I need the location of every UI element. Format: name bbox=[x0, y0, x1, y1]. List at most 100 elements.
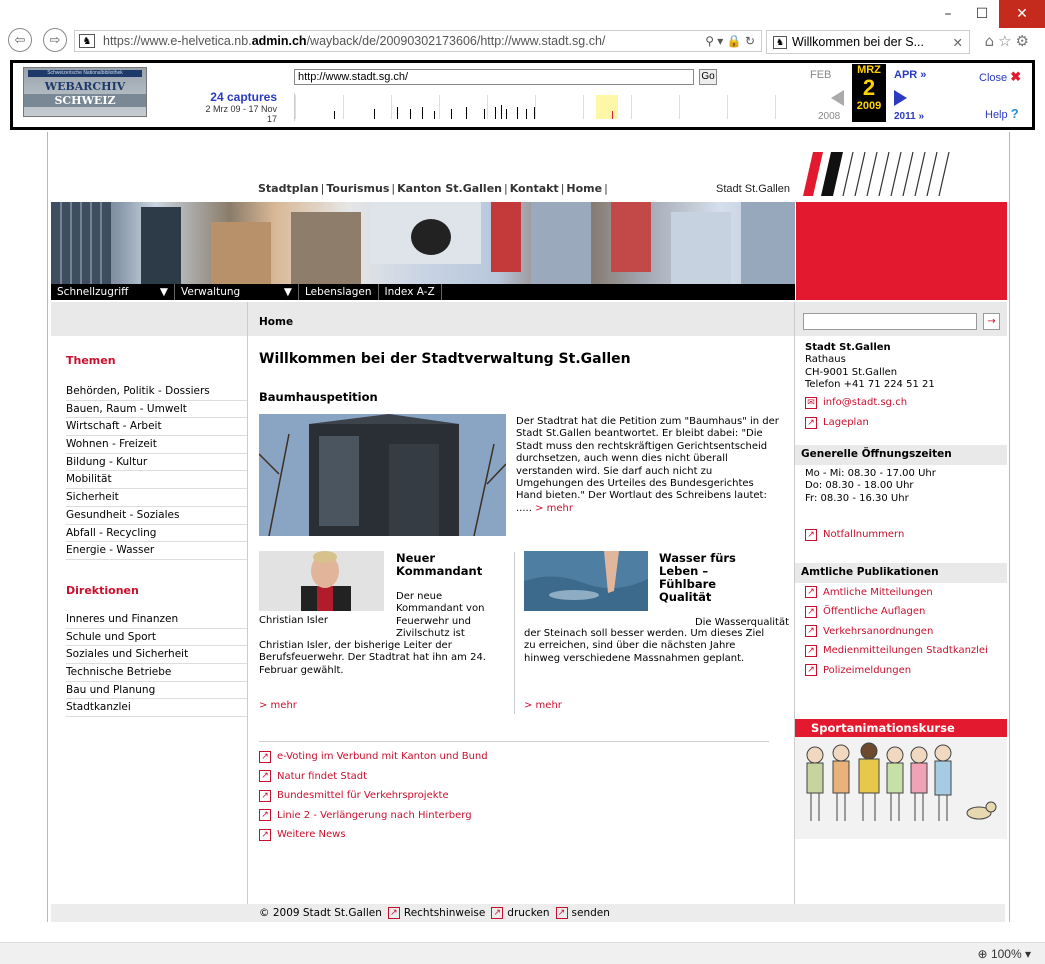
publikation-link[interactable]: ↗ Medienmitteilungen Stadtkanzlei bbox=[805, 641, 997, 661]
webarchiv-logo[interactable]: Schweizerische Nationalbibliothek WEBARC… bbox=[23, 67, 147, 117]
mail-icon: ✉ bbox=[805, 397, 817, 410]
news-link[interactable]: ↗ Linie 2 - Verlängerung nach Hinterberg bbox=[259, 806, 488, 826]
timeline-tick[interactable] bbox=[526, 109, 527, 119]
menu-verwaltung[interactable]: Verwaltung ▼ bbox=[175, 284, 299, 300]
next-year[interactable]: 2011 » bbox=[894, 111, 924, 122]
direktion-item[interactable]: Soziales und Sicherheit bbox=[66, 646, 247, 664]
nav-tourismus[interactable]: Tourismus bbox=[326, 182, 389, 195]
timeline-tick[interactable] bbox=[484, 109, 485, 119]
settings-gear-icon[interactable]: ⚙ bbox=[1016, 32, 1033, 50]
direktion-item[interactable]: Inneres und Finanzen bbox=[66, 611, 247, 629]
themen-item[interactable]: Behörden, Politik - Dossiers bbox=[66, 383, 247, 401]
close-x-icon: ✖ bbox=[1010, 69, 1022, 84]
email-link[interactable]: ✉ info@stadt.sg.ch bbox=[805, 394, 997, 414]
publikation-text: Amtliche Mitteilungen bbox=[823, 586, 933, 598]
next-month[interactable]: APR » bbox=[894, 69, 926, 81]
wayback-url-input[interactable]: http://www.stadt.sg.ch/ bbox=[294, 69, 694, 85]
themen-item[interactable]: Abfall - Recycling bbox=[66, 525, 247, 543]
tab-close-icon[interactable]: ✕ bbox=[953, 35, 963, 50]
favorites-star-icon[interactable]: ☆ bbox=[998, 32, 1015, 50]
timeline-tick[interactable] bbox=[466, 107, 467, 119]
petition-mehr-link[interactable]: > mehr bbox=[535, 503, 573, 514]
timeline-tick[interactable] bbox=[422, 107, 423, 119]
close-wayback[interactable]: Close ✖ bbox=[979, 69, 1021, 85]
prev-month[interactable]: FEB bbox=[810, 69, 831, 81]
publikation-link[interactable]: ↗ Verkehrsanordnungen bbox=[805, 622, 997, 642]
petition-body: Der Stadtrat hat die Petition zum "Baumh… bbox=[516, 416, 779, 514]
maximize-button[interactable]: ☐ bbox=[965, 0, 999, 28]
publikation-text: Polizeimeldungen bbox=[823, 664, 912, 676]
close-window-button[interactable]: ✕ bbox=[999, 0, 1045, 28]
themen-item[interactable]: Wirtschaft - Arbeit bbox=[66, 418, 247, 437]
direktion-item[interactable]: Schule und Sport bbox=[66, 629, 247, 647]
themen-item[interactable]: Wohnen - Freizeit bbox=[66, 436, 247, 454]
search-input[interactable] bbox=[803, 313, 977, 330]
footer-rechtshinweise[interactable]: Rechtshinweise bbox=[404, 907, 485, 919]
address-controls[interactable]: ⚲ ▾ 🔒 ↻ bbox=[705, 34, 755, 48]
lageplan-link[interactable]: ↗ Lageplan bbox=[805, 413, 997, 433]
address-bar[interactable]: ♞ https://www.e-helvetica.nb.admin.ch/wa… bbox=[74, 30, 762, 52]
timeline-tick[interactable] bbox=[451, 109, 452, 119]
footer-senden[interactable]: senden bbox=[572, 907, 610, 919]
news-link[interactable]: ↗ Bundesmittel für Verkehrsprojekte bbox=[259, 786, 488, 806]
timeline-tick[interactable] bbox=[495, 107, 496, 119]
themen-item[interactable]: Energie - Wasser bbox=[66, 542, 247, 560]
timeline-tick[interactable] bbox=[334, 111, 335, 119]
next-arrow-icon[interactable] bbox=[894, 90, 907, 106]
back-button[interactable]: ⇦ bbox=[8, 28, 32, 52]
captures-range: 2 Mrz 09 - 17 Nov 17 bbox=[205, 104, 277, 124]
news-link[interactable]: ↗ Natur findet Stadt bbox=[259, 767, 488, 787]
timeline-tick[interactable] bbox=[434, 111, 435, 119]
logo-line3: SCHWEIZ bbox=[24, 94, 146, 107]
publikation-link[interactable]: ↗ Amtliche Mitteilungen bbox=[805, 583, 997, 603]
captures-count[interactable]: 24 captures bbox=[193, 90, 277, 104]
publikation-link[interactable]: ↗ Polizeimeldungen bbox=[805, 661, 997, 681]
direktion-item[interactable]: Stadtkanzlei bbox=[66, 699, 247, 717]
menu-lebenslagen[interactable]: Lebenslagen bbox=[299, 284, 379, 300]
news-link[interactable]: ↗ Weitere News bbox=[259, 825, 488, 845]
themen-item[interactable]: Gesundheit - Soziales bbox=[66, 507, 247, 525]
nav-home[interactable]: Home bbox=[566, 182, 602, 195]
news1-mehr-link[interactable]: > mehr bbox=[259, 700, 297, 711]
publikation-link[interactable]: ↗ Öffentliche Auflagen bbox=[805, 602, 997, 622]
stadt-label: Stadt St.Gallen bbox=[716, 183, 790, 195]
timeline-tick[interactable] bbox=[501, 105, 502, 119]
nav-kanton[interactable]: Kanton St.Gallen bbox=[397, 182, 502, 195]
external-arrow-icon: ↗ bbox=[805, 586, 817, 599]
search-go-button[interactable]: → bbox=[983, 313, 1000, 330]
help-icon: ? bbox=[1010, 106, 1019, 121]
prev-year[interactable]: 2008 bbox=[818, 111, 840, 122]
org-phone: Telefon +41 71 224 51 21 bbox=[805, 379, 935, 391]
page-footer: © 2009 Stadt St.Gallen ↗ Rechtshinweise ↗… bbox=[51, 904, 1005, 922]
menu-schnellzugriff[interactable]: Schnellzugriff ▼ bbox=[51, 284, 175, 300]
help-wayback[interactable]: Help ? bbox=[985, 106, 1019, 121]
nav-stadtplan[interactable]: Stadtplan bbox=[258, 182, 319, 195]
current-capture-tick[interactable] bbox=[612, 111, 613, 119]
news2-mehr-link[interactable]: > mehr bbox=[524, 700, 562, 711]
sport-teaser[interactable]: Sportanimationskurse bbox=[795, 719, 1007, 839]
themen-item[interactable]: Bauen, Raum - Umwelt bbox=[66, 401, 247, 419]
timeline-tick[interactable] bbox=[374, 109, 375, 119]
zoom-control[interactable]: ⊕ 100% ▾ bbox=[978, 947, 1031, 961]
menu-index[interactable]: Index A-Z bbox=[379, 284, 442, 300]
direktion-item[interactable]: Bau und Planung bbox=[66, 682, 247, 700]
timeline-tick[interactable] bbox=[506, 109, 507, 119]
themen-item[interactable]: Sicherheit bbox=[66, 489, 247, 507]
news-link[interactable]: ↗ e-Voting im Verbund mit Kanton und Bund bbox=[259, 747, 488, 767]
footer-drucken[interactable]: drucken bbox=[507, 907, 549, 919]
timeline-tick[interactable] bbox=[397, 107, 398, 119]
notfall-link[interactable]: ↗ Notfallnummern bbox=[805, 525, 997, 545]
minimize-button[interactable]: – bbox=[931, 0, 965, 28]
capture-timeline[interactable] bbox=[294, 93, 829, 121]
timeline-tick[interactable] bbox=[517, 107, 518, 119]
themen-item[interactable]: Bildung - Kultur bbox=[66, 454, 247, 472]
nav-kontakt[interactable]: Kontakt bbox=[510, 182, 559, 195]
forward-button[interactable]: ⇨ bbox=[43, 28, 67, 52]
themen-item[interactable]: Mobilität bbox=[66, 471, 247, 490]
wayback-go-button[interactable]: Go bbox=[699, 69, 717, 85]
prev-arrow-icon[interactable] bbox=[831, 90, 844, 106]
home-icon[interactable]: ⌂ bbox=[985, 32, 999, 50]
timeline-tick[interactable] bbox=[410, 109, 411, 119]
direktion-item[interactable]: Technische Betriebe bbox=[66, 664, 247, 682]
browser-tab[interactable]: ♞ Willkommen bei der S... ✕ bbox=[766, 30, 970, 54]
